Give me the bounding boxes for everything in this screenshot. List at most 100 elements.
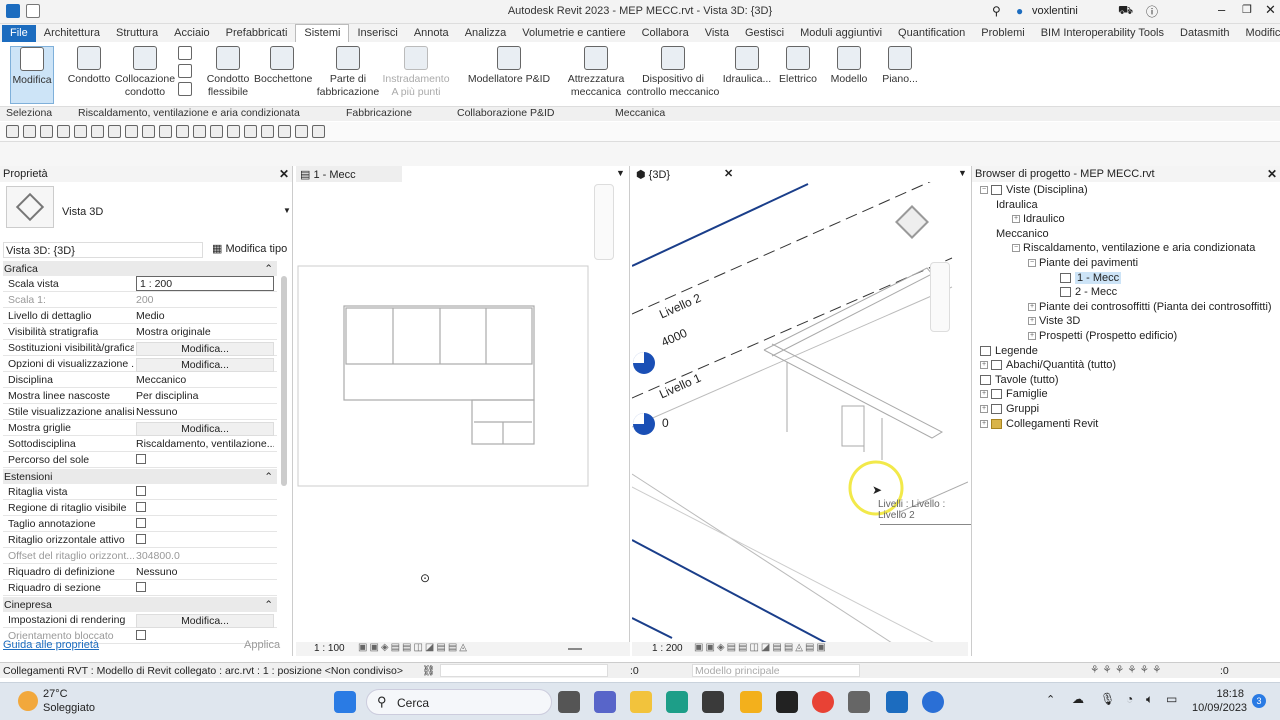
tab-quantification[interactable]: Quantification — [890, 25, 973, 42]
property-value[interactable]: Per disciplina — [136, 390, 274, 402]
type-name[interactable]: Vista 3D — [62, 206, 103, 218]
tree-node[interactable]: + Gruppi — [980, 403, 1039, 415]
property-value[interactable]: Riscaldamento, ventilazione... — [136, 438, 274, 450]
apply-button[interactable]: Applica — [244, 639, 280, 651]
viewcube[interactable] — [894, 204, 934, 244]
collapse-icon[interactable]: ⌃ — [264, 599, 273, 611]
tab-collabora[interactable]: Collabora — [634, 25, 697, 42]
convert-duct-icon[interactable] — [178, 82, 192, 96]
view1-scale[interactable]: 1 : 100 — [314, 643, 345, 654]
panel-seleziona[interactable]: Seleziona — [6, 107, 52, 119]
property-value[interactable]: Modifica... — [136, 358, 274, 372]
properties-close-icon[interactable]: ✕ — [279, 167, 289, 181]
expand-icon[interactable]: + — [980, 419, 988, 428]
properties-scrollbar[interactable] — [281, 276, 287, 486]
weather-icon[interactable] — [18, 691, 38, 711]
checkbox[interactable] — [136, 486, 146, 496]
tab-sistemi[interactable]: Sistemi — [295, 24, 350, 42]
property-value[interactable] — [136, 582, 274, 595]
tree-node[interactable]: 2 - Mecc — [1060, 286, 1117, 298]
workset-dropdown[interactable] — [440, 664, 608, 677]
text-icon[interactable] — [176, 125, 189, 138]
viewcube-icon[interactable] — [895, 205, 929, 239]
tree-node[interactable]: + Abachi/Quantità (tutto) — [980, 359, 1116, 371]
view2-scale[interactable]: 1 : 200 — [652, 643, 683, 654]
tree-node[interactable]: + Piante dei controsoffitti (Pianta dei c… — [1028, 301, 1272, 313]
clock-date[interactable]: 10/09/2023 — [1192, 702, 1247, 714]
tree-node[interactable]: 1 - Mecc — [1060, 271, 1122, 284]
tab-vista[interactable]: Vista — [697, 25, 737, 42]
property-value[interactable] — [136, 454, 274, 467]
tab-modifica[interactable]: Modifica — [1238, 25, 1280, 42]
restore-button[interactable]: ❐ — [1242, 3, 1252, 16]
property-value[interactable]: Modifica... — [136, 422, 274, 436]
idraulica-button[interactable]: Idraulica... — [722, 46, 772, 86]
browser-close-icon[interactable]: ✕ — [1267, 167, 1277, 181]
checkbox[interactable] — [136, 630, 146, 640]
tab-acciaio[interactable]: Acciaio — [166, 25, 217, 42]
tree-node[interactable]: − Viste (Disciplina) — [980, 184, 1088, 196]
tile-icon[interactable] — [278, 125, 291, 138]
weather-temp[interactable]: 27°C — [43, 688, 68, 700]
checkbox[interactable] — [136, 534, 146, 544]
tab-problemi[interactable]: Problemi — [973, 25, 1032, 42]
attrezzatura-meccanica-button[interactable]: Attrezzatura meccanica — [566, 46, 626, 99]
sync-icon[interactable] — [57, 125, 70, 138]
duct-fitting-icon[interactable] — [178, 46, 192, 60]
view2-controls-icon[interactable]: ▣▣◈▤▤◫◪▤▤◬▤▣ — [694, 642, 828, 653]
tab-struttura[interactable]: Struttura — [108, 25, 166, 42]
3d-icon[interactable] — [193, 125, 206, 138]
volume-icon[interactable]: 🔈︎ — [1146, 692, 1153, 707]
edge-icon[interactable] — [666, 691, 688, 713]
property-value[interactable] — [136, 502, 274, 515]
tree-node[interactable]: Tavole (tutto) — [980, 374, 1059, 386]
tree-node[interactable]: Meccanico — [996, 228, 1049, 240]
tab-volumetrie-e-cantiere[interactable]: Volumetrie e cantiere — [514, 25, 633, 42]
open-icon[interactable] — [6, 125, 19, 138]
bocchettone-button[interactable]: Bocchettone — [254, 46, 312, 86]
tree-node[interactable]: Legende — [980, 345, 1038, 357]
tab-analizza[interactable]: Analizza — [457, 25, 515, 42]
expand-icon[interactable]: + — [1012, 215, 1020, 224]
property-value[interactable] — [136, 534, 274, 547]
tab-prefabbricati[interactable]: Prefabbricati — [218, 25, 296, 42]
dispositivo-controllo-button[interactable]: Dispositivo di controllo meccanico — [626, 46, 720, 99]
chrome-icon[interactable] — [812, 691, 834, 713]
elettrico-button[interactable]: Elettrico — [776, 46, 820, 86]
open2-icon[interactable] — [23, 125, 36, 138]
piano-button[interactable]: Piano... — [878, 46, 922, 86]
property-value[interactable] — [136, 518, 274, 531]
close-views-icon[interactable] — [244, 125, 257, 138]
revit-taskbar-icon[interactable] — [886, 691, 908, 713]
file-explorer-icon[interactable] — [630, 691, 652, 713]
property-value[interactable]: Medio — [136, 310, 274, 322]
clock-time[interactable]: 18:18 — [1192, 688, 1244, 700]
wifi-icon[interactable]: ◔ — [1126, 692, 1133, 706]
checkbox[interactable] — [136, 502, 146, 512]
undo-icon[interactable] — [74, 125, 87, 138]
tab-file[interactable]: File — [2, 25, 36, 42]
view2-tab[interactable]: ⬢ {3D} ✕ — [632, 166, 738, 182]
property-value[interactable]: Modifica... — [136, 614, 274, 628]
tab-datasmith[interactable]: Datasmith — [1172, 25, 1238, 42]
checkbox[interactable] — [136, 582, 146, 592]
expand-icon[interactable]: + — [1028, 302, 1036, 311]
view1-hscroll[interactable] — [568, 648, 582, 650]
collapse-icon[interactable]: ⌃ — [264, 471, 273, 483]
dimension-icon[interactable] — [142, 125, 155, 138]
tree-node[interactable]: + Idraulico — [1012, 213, 1065, 225]
modifica-button[interactable]: Modifica — [10, 46, 54, 104]
store-icon[interactable] — [702, 691, 724, 713]
property-value[interactable]: Meccanico — [136, 374, 274, 386]
expand-icon[interactable]: + — [980, 361, 988, 370]
tree-node[interactable]: Idraulica — [996, 199, 1038, 211]
parte-fabbricazione-button[interactable]: Parte di fabbricazione — [316, 46, 380, 99]
edit-type-button[interactable]: ▦ Modifica tipo — [212, 242, 287, 255]
type-dropdown-icon[interactable]: ▼ — [283, 206, 291, 215]
weather-desc[interactable]: Soleggiato — [43, 702, 95, 714]
property-value[interactable] — [136, 486, 274, 499]
settings-icon[interactable] — [312, 125, 325, 138]
thin-lines-icon[interactable] — [227, 125, 240, 138]
tree-node[interactable]: + Collegamenti Revit — [980, 418, 1098, 430]
property-value[interactable]: Nessuno — [136, 406, 274, 418]
